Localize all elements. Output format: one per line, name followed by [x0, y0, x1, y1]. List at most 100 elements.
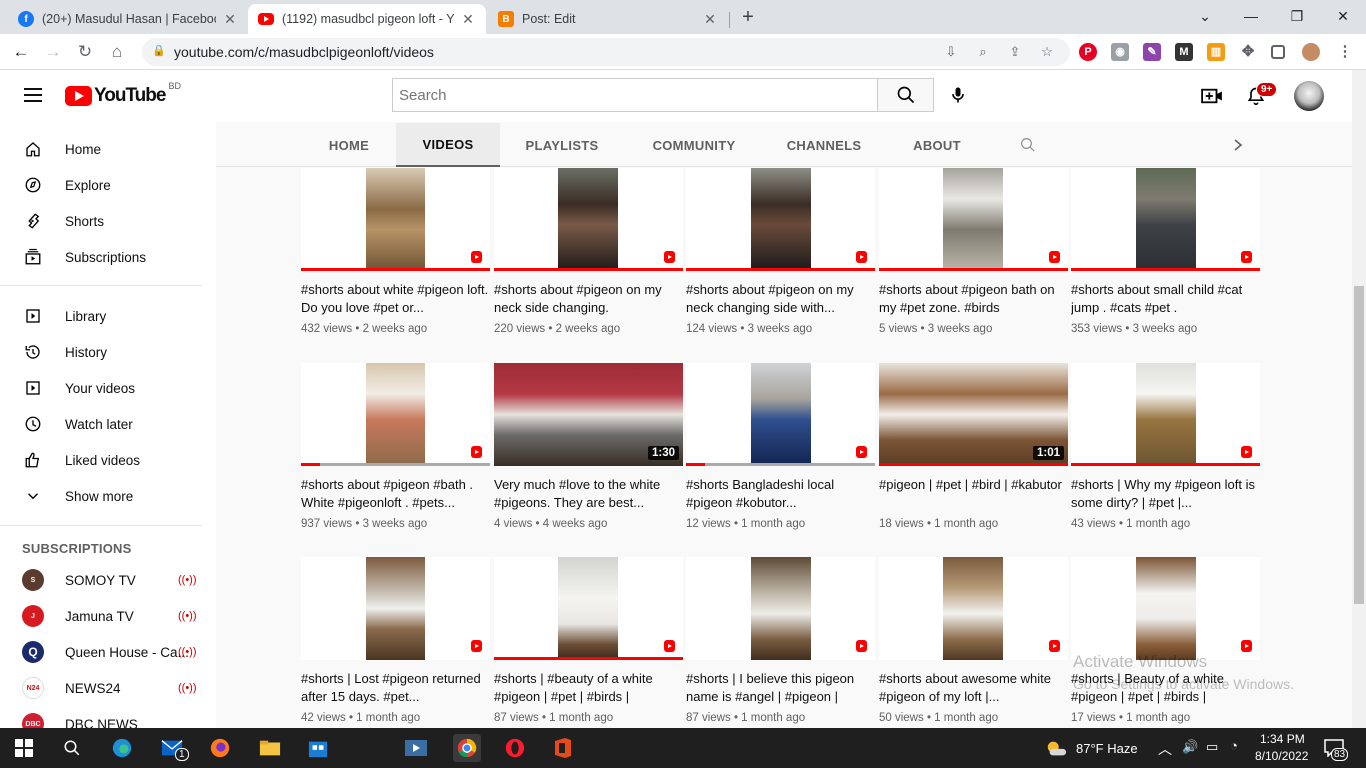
zoom-icon[interactable]: ⌕ [974, 43, 992, 61]
sidebar-item-subscription[interactable]: DBC DBC NEWS [0, 706, 216, 728]
clock-time[interactable]: 1:34 PM [1260, 732, 1305, 746]
video-thumbnail[interactable]: 1:30 [494, 363, 683, 466]
tab-playlists[interactable]: PLAYLISTS [512, 123, 612, 167]
tab-community[interactable]: COMMUNITY [644, 123, 744, 167]
tabs-scroll-right-button[interactable] [1228, 123, 1248, 167]
menu-kebab-icon[interactable]: ⋮ [1336, 43, 1354, 61]
create-video-button[interactable] [1200, 84, 1224, 108]
video-title[interactable]: #pigeon | #pet | #bird | #kabutor [879, 476, 1068, 512]
video-card[interactable]: #shorts | Lost #pigeon returned after 15… [301, 557, 490, 724]
video-card[interactable]: #shorts Bangladeshi local #pigeon #kobut… [686, 363, 875, 530]
video-title[interactable]: Very much #love to the white #pigeons. T… [494, 476, 683, 512]
store-icon[interactable] [306, 736, 330, 760]
page-scrollbar[interactable] [1352, 70, 1366, 728]
video-thumbnail[interactable] [879, 557, 1068, 660]
bookmark-star-icon[interactable]: ☆ [1038, 43, 1056, 61]
clock-date[interactable]: 8/10/2022 [1255, 749, 1308, 763]
video-title[interactable]: #shorts about #pigeon #bath . White #pig… [301, 476, 490, 512]
video-title[interactable]: #shorts about #pigeon on my neck changin… [686, 281, 875, 317]
sidebar-item-history[interactable]: History [0, 334, 216, 370]
browser-tab-facebook[interactable]: f (20+) Masudul Hasan | Facebook ✕ [8, 4, 248, 34]
profile-avatar[interactable] [1302, 43, 1320, 61]
tab-home[interactable]: HOME [312, 123, 386, 167]
video-thumbnail[interactable] [879, 168, 1068, 271]
video-title[interactable]: #shorts Bangladeshi local #pigeon #kobut… [686, 476, 875, 512]
weather-text[interactable]: 87°F Haze [1076, 741, 1138, 756]
search-input[interactable] [393, 79, 877, 111]
side-panel-icon[interactable] [1271, 45, 1285, 59]
forward-button[interactable]: → [41, 40, 65, 64]
sidebar-item-shorts[interactable]: Shorts [0, 203, 216, 239]
video-thumbnail[interactable] [301, 363, 490, 466]
video-thumbnail[interactable] [1071, 557, 1260, 660]
video-title[interactable]: #shorts | Lost #pigeon returned after 15… [301, 670, 490, 706]
video-card[interactable]: #shorts about awesome white #pigeon of m… [879, 557, 1068, 724]
camera-icon[interactable]: ◉ [1111, 43, 1129, 61]
battery-icon[interactable]: ▭ [1206, 739, 1218, 755]
tab-search-button[interactable]: ⌄ [1182, 4, 1228, 28]
close-window-button[interactable]: ✕ [1320, 4, 1366, 28]
youtube-logo[interactable]: YouTube BD [65, 81, 181, 107]
pen-icon[interactable]: ✎ [1143, 43, 1161, 61]
video-title[interactable]: #shorts | Why my #pigeon loft is some di… [1071, 476, 1260, 512]
sidebar-item-home[interactable]: Home [0, 131, 216, 167]
video-card[interactable]: #shorts about white #pigeon loft. Do you… [301, 168, 490, 335]
video-title[interactable]: #shorts about #pigeon bath on my #pet zo… [879, 281, 1068, 317]
speaker-icon[interactable]: 🔊 [1182, 739, 1198, 755]
maximize-button[interactable]: ❐ [1274, 4, 1320, 28]
lock-icon[interactable]: 🔒 [152, 44, 166, 57]
sidebar-item-subscriptions[interactable]: Subscriptions [0, 239, 216, 275]
search-box[interactable] [392, 78, 878, 112]
video-thumbnail[interactable]: 1:01 [879, 363, 1068, 466]
new-tab-button[interactable]: + [737, 6, 759, 28]
video-card[interactable]: #shorts | #beauty of a white #pigeon | #… [494, 557, 683, 724]
video-thumbnail[interactable] [1071, 168, 1260, 271]
video-card[interactable]: 1:30 Very much #love to the white #pigeo… [494, 363, 683, 530]
video-thumbnail[interactable] [494, 557, 683, 660]
video-editor-icon[interactable] [404, 736, 428, 760]
office-icon[interactable] [551, 736, 575, 760]
video-title[interactable]: #shorts about white #pigeon loft. Do you… [301, 281, 490, 317]
video-thumbnail[interactable] [494, 168, 683, 271]
back-button[interactable]: ← [9, 40, 33, 64]
close-icon[interactable]: ✕ [460, 11, 476, 28]
sidebar-item-library[interactable]: Library [0, 298, 216, 334]
sidebar-item-subscription[interactable]: Q Queen House - Ca... ((•)) [0, 634, 216, 670]
video-title[interactable]: #shorts about small child #cat jump . #c… [1071, 281, 1260, 317]
close-icon[interactable]: ✕ [702, 11, 718, 28]
search-button[interactable] [877, 78, 934, 112]
video-card[interactable]: #shorts about #pigeon on my neck side ch… [494, 168, 683, 335]
video-thumbnail[interactable] [1071, 363, 1260, 466]
reload-button[interactable]: ↻ [73, 40, 97, 64]
close-icon[interactable]: ✕ [222, 11, 238, 28]
tab-about[interactable]: ABOUT [904, 123, 970, 167]
voice-search-button[interactable] [942, 79, 974, 111]
video-card[interactable]: #shorts | I believe this pigeon name is … [686, 557, 875, 724]
extensions-puzzle-icon[interactable]: ✥ [1239, 43, 1257, 61]
hamburger-menu-icon[interactable] [24, 88, 42, 102]
browser-tab-blogger[interactable]: B Post: Edit ✕ [488, 4, 728, 34]
video-card[interactable]: #shorts | Why my #pigeon loft is some di… [1071, 363, 1260, 530]
video-card[interactable]: #shorts about #pigeon on my neck changin… [686, 168, 875, 335]
file-explorer-icon[interactable] [258, 736, 282, 760]
video-card[interactable]: #shorts | Beauty of a white #pigeon | #p… [1071, 557, 1260, 724]
opera-icon[interactable] [503, 736, 527, 760]
chrome-icon[interactable] [453, 734, 481, 762]
minimize-button[interactable]: — [1228, 4, 1274, 28]
install-icon[interactable]: ⇩ [942, 43, 960, 61]
sidebar-item-watch-later[interactable]: Watch later [0, 406, 216, 442]
video-title[interactable]: #shorts about awesome white #pigeon of m… [879, 670, 1068, 706]
tab-videos[interactable]: VIDEOS [396, 123, 500, 167]
weather-icon[interactable] [1044, 736, 1068, 760]
browser-tab-youtube[interactable]: (1192) masudbcl pigeon loft - Yo ✕ [248, 4, 486, 34]
share-icon[interactable]: ⇪ [1006, 43, 1024, 61]
sidebar-item-your-videos[interactable]: Your videos [0, 370, 216, 406]
sidebar-item-subscription[interactable]: J Jamuna TV ((•)) [0, 598, 216, 634]
video-card[interactable]: 1:01 #pigeon | #pet | #bird | #kabutor 1… [879, 363, 1068, 530]
sidebar-item-subscription[interactable]: N24 NEWS24 ((•)) [0, 670, 216, 706]
video-thumbnail[interactable] [301, 557, 490, 660]
sidebar-item-subscription[interactable]: S SOMOY TV ((•)) [0, 562, 216, 598]
channel-search-button[interactable] [1016, 123, 1040, 167]
sidebar-item-liked-videos[interactable]: Liked videos [0, 442, 216, 478]
edge-icon[interactable] [110, 736, 134, 760]
